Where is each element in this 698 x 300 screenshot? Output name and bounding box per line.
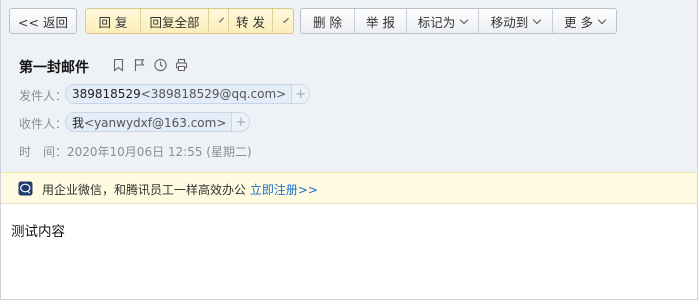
sender-address: <389818529@qq.com> [140, 87, 287, 101]
chevron-down-icon [219, 17, 224, 22]
recipient-address: <yanwydxf@163.com> [84, 115, 227, 130]
action-group: 删 除 举 报 标记为 移动到 更 多 [300, 8, 617, 34]
more-label: 更 多 [564, 14, 593, 30]
bookmark-icon[interactable] [112, 58, 125, 72]
reply-button[interactable]: 回 复 [86, 9, 140, 33]
reply-group: 回 复 回复全部 转 发 [85, 8, 294, 34]
chevron-down-icon [597, 15, 607, 24]
sender-name: 389818529 [72, 87, 141, 101]
from-label: 发件人： [19, 89, 68, 103]
move-to-button[interactable]: 移动到 [478, 9, 552, 33]
recipient-chip[interactable]: 我<yanwydxf@163.com> + [65, 112, 251, 132]
chevron-down-icon [533, 15, 542, 24]
email-subject: 第一封邮件 [19, 60, 89, 76]
print-icon[interactable] [175, 58, 188, 72]
flag-icon[interactable] [133, 58, 146, 72]
wecom-promo-banner: 用企业微信，和腾讯员工一样高效办公 立即注册>> [1, 172, 697, 204]
move-to-label: 移动到 [490, 14, 529, 30]
back-button[interactable]: << 返回 [9, 8, 77, 34]
reply-all-button[interactable]: 回复全部 [140, 9, 208, 33]
sender-contact[interactable]: 389818529<389818529@qq.com> [66, 87, 291, 101]
sender-chip[interactable]: 389818529<389818529@qq.com> + [65, 84, 311, 104]
add-contact-icon[interactable]: + [291, 85, 310, 103]
recipient-name: 我 [72, 115, 85, 130]
email-body: 测试内容 [11, 224, 65, 240]
banner-text-row: 用企业微信，和腾讯员工一样高效办公 立即注册>> [42, 181, 318, 198]
to-label: 收件人： [19, 117, 68, 131]
time-label: 时 间： [19, 145, 68, 159]
clock-icon[interactable] [154, 58, 167, 72]
reply-dropdown-button[interactable] [208, 9, 228, 33]
add-contact-icon[interactable]: + [231, 113, 250, 131]
chevron-down-icon [283, 16, 289, 23]
delete-button[interactable]: 删 除 [301, 9, 354, 33]
back-button-label[interactable]: << 返回 [10, 9, 76, 33]
sent-time: 2020年10月06日 12:55 (星期二) [67, 145, 252, 159]
subject-actions [112, 58, 188, 72]
recipient-contact[interactable]: 我<yanwydxf@163.com> [66, 114, 231, 131]
report-button[interactable]: 举 报 [354, 9, 406, 33]
more-button[interactable]: 更 多 [552, 9, 616, 33]
forward-button[interactable]: 转 发 [228, 9, 272, 33]
wecom-icon [18, 181, 33, 196]
mail-header: << 返回 回 复 回复全部 转 发 删 除 举 报 标记为 移动到 更 多 第… [1, 0, 697, 172]
banner-message: 用企业微信，和腾讯员工一样高效办公 [42, 183, 247, 197]
forward-dropdown-button[interactable] [272, 9, 293, 33]
register-link[interactable]: 立即注册>> [250, 183, 318, 197]
mark-as-label: 标记为 [417, 14, 456, 30]
mark-as-button[interactable]: 标记为 [406, 9, 478, 33]
chevron-down-icon [460, 15, 469, 24]
